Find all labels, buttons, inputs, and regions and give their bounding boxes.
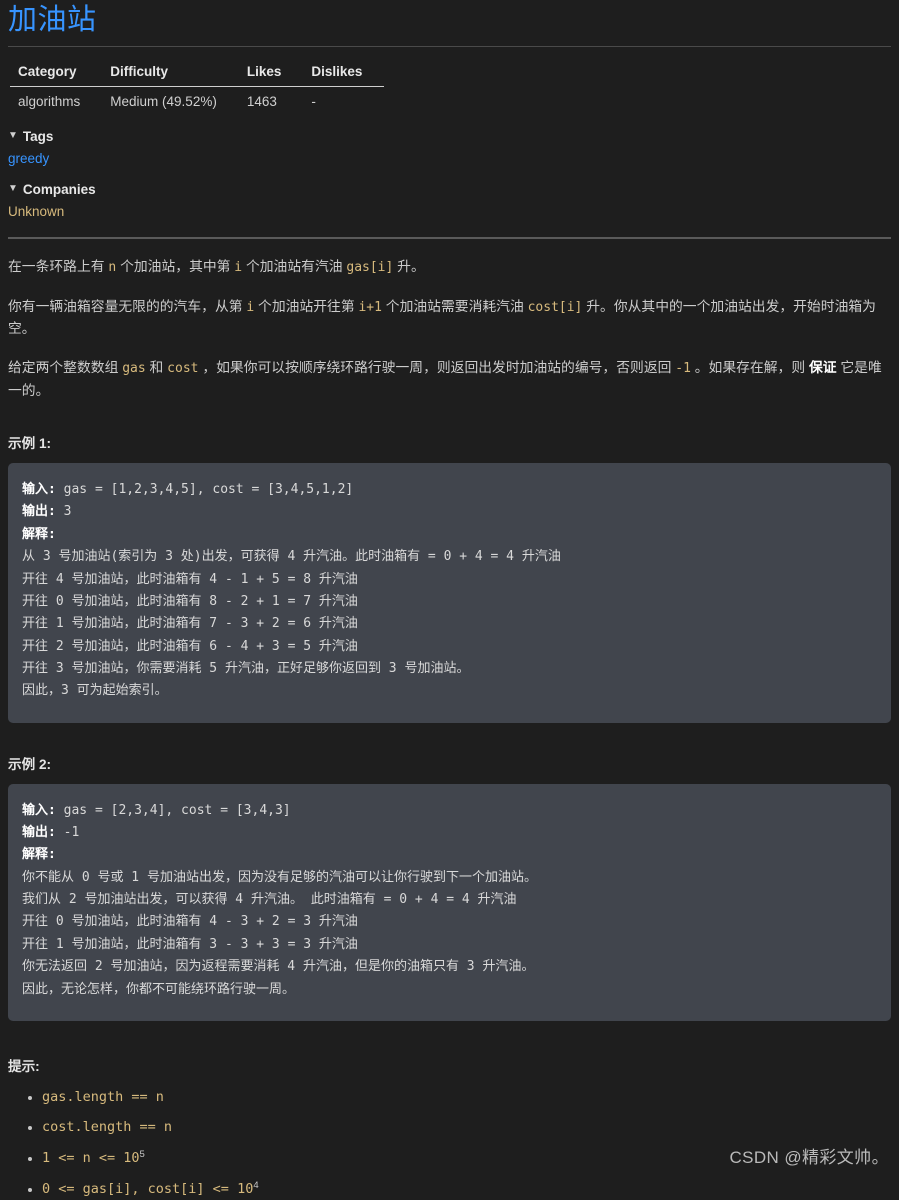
desc3-code-minus-1: -1 — [675, 361, 691, 377]
hint-text: cost.length == n — [42, 1119, 173, 1136]
example-1-explain-line: 从 3 号加油站(索引为 3 处)出发，可获得 4 升汽油。此时油箱有 = 0 … — [22, 549, 561, 565]
example-1-explain-line: 开往 4 号加油站，此时油箱有 4 - 1 + 5 = 8 升汽油 — [22, 571, 358, 587]
desc3-text-1: 给定两个整数数组 — [8, 360, 123, 376]
desc3-text-2: 和 — [145, 360, 168, 376]
desc2-text-2: 个加油站开往第 — [254, 298, 359, 314]
cell-likes: 1463 — [246, 94, 277, 110]
desc2-text-3: 个加油站需要消耗汽油 — [381, 298, 528, 314]
hint-text: gas.length == n — [42, 1088, 164, 1105]
hint-text: 1 <= n <= 10 — [42, 1150, 140, 1167]
example-2-explain-line: 我们从 2 号加油站出发，可以获得 4 升汽油。 此时油箱有 = 0 + 4 =… — [22, 892, 517, 908]
example-1-explain-line: 因此，3 可为起始索引。 — [22, 683, 168, 699]
tags-section-toggle[interactable]: ▼ Tags — [8, 129, 891, 144]
list-item: 0 <= gas[i], cost[i] <= 104 — [42, 1179, 891, 1200]
example-2-label: 示例 2: — [8, 756, 52, 772]
desc3-strong-guarantee: 保证 — [808, 360, 837, 376]
example-1-output-label: 输出: — [22, 504, 56, 520]
problem-page: 加油站 Category Difficulty Likes Dislikes a… — [0, 4, 899, 1200]
example-1-explain-line: 开往 0 号加油站，此时油箱有 8 - 2 + 1 = 7 升汽油 — [22, 593, 358, 609]
desc2-text-1: 你有一辆油箱容量无限的的汽车，从第 — [8, 298, 247, 314]
example-1-explain-line: 开往 2 号加油站，此时油箱有 6 - 4 + 3 = 5 升汽油 — [22, 638, 358, 654]
problem-meta-table: Category Difficulty Likes Dislikes algor… — [10, 59, 385, 116]
companies-section-label: Companies — [22, 182, 96, 198]
table-row: algorithms Medium (49.52%) 1463 - — [10, 87, 384, 116]
tags-section-label: Tags — [22, 129, 54, 145]
company-value: Unknown — [8, 204, 65, 220]
example-2-explain-label: 解释: — [22, 847, 56, 863]
desc1-text-1: 在一条环路上有 — [8, 259, 109, 275]
example-2-codeblock: 输入: gas = [2,3,4], cost = [3,4,3] 输出: -1… — [8, 783, 891, 1021]
caret-down-icon: ▼ — [8, 182, 18, 194]
example-1-input-value: gas = [1,2,3,4,5], cost = [3,4,5,1,2] — [55, 482, 354, 498]
example-2-explain-line: 开往 1 号加油站，此时油箱有 3 - 3 + 3 = 3 升汽油 — [22, 936, 358, 952]
example-1-explain-line: 开往 1 号加油站，此时油箱有 7 - 3 + 2 = 6 升汽油 — [22, 616, 358, 632]
example-1-label: 示例 1: — [8, 436, 52, 452]
list-item: cost.length == n — [42, 1117, 891, 1139]
column-header-dislikes: Dislikes — [303, 59, 385, 88]
example-2-input-label: 输入: — [22, 802, 56, 818]
example-2-explain-line: 你不能从 0 号或 1 号加油站出发，因为没有足够的汽油可以让你行驶到下一个加油… — [22, 869, 537, 885]
column-header-difficulty: Difficulty — [102, 59, 239, 88]
description-paragraph-2: 你有一辆油箱容量无限的的汽车，从第 i 个加油站开往第 i+1 个加油站需要消耗… — [8, 296, 891, 341]
example-2-explain-line: 你无法返回 2 号加油站，因为返程需要消耗 4 升汽油，但是你的油箱只有 3 升… — [22, 959, 535, 975]
example-1-codeblock: 输入: gas = [1,2,3,4,5], cost = [3,4,5,1,2… — [8, 463, 891, 723]
companies-section-toggle[interactable]: ▼ Companies — [8, 182, 891, 197]
desc3-code-gas: gas — [122, 361, 146, 377]
example-1-input-label: 输入: — [22, 482, 56, 498]
example-1-output-value: 3 — [55, 504, 72, 520]
description-paragraph-1: 在一条环路上有 n 个加油站，其中第 i 个加油站有汽油 gas[i] 升。 — [8, 256, 891, 278]
desc1-code-gas: gas[i] — [346, 260, 394, 276]
desc2-code-i-plus-1: i+1 — [358, 299, 382, 315]
desc3-text-3: ，如果你可以按顺序绕环路行驶一周，则返回出发时加油站的编号，否则返回 — [198, 360, 676, 376]
desc1-code-i: i — [234, 260, 243, 276]
cell-difficulty: Medium (49.52%) — [110, 94, 217, 110]
csdn-watermark: CSDN @精彩文帅。 — [729, 1148, 889, 1167]
table-header-row: Category Difficulty Likes Dislikes — [10, 59, 385, 88]
example-2-output-label: 输出: — [22, 825, 56, 841]
desc3-text-4: 。如果存在解，则 — [690, 360, 809, 376]
description-paragraph-3: 给定两个整数数组 gas 和 cost ，如果你可以按顺序绕环路行驶一周，则返回… — [8, 357, 891, 402]
hint-exponent: 4 — [253, 1179, 259, 1191]
desc2-code-cost: cost[i] — [527, 299, 583, 315]
desc1-text-2: 个加油站，其中第 — [116, 259, 235, 275]
example-2-input-value: gas = [2,3,4], cost = [3,4,3] — [55, 802, 291, 818]
example-1-explain-line: 开往 3 号加油站，你需要消耗 5 升汽油，正好足够你返回到 3 号加油站。 — [22, 660, 470, 676]
list-item: gas.length == n — [42, 1087, 891, 1109]
section-divider — [8, 237, 891, 240]
hint-text: 0 <= gas[i], cost[i] <= 10 — [42, 1180, 254, 1197]
column-header-category: Category — [10, 59, 103, 88]
example-1-explain-label: 解释: — [22, 526, 56, 542]
desc1-text-3: 个加油站有汽油 — [242, 259, 347, 275]
tag-link-greedy[interactable]: greedy — [8, 151, 49, 166]
desc3-code-cost: cost — [167, 361, 199, 377]
title-divider — [8, 46, 891, 48]
cell-category: algorithms — [18, 94, 81, 110]
desc1-text-4: 升。 — [393, 259, 425, 275]
example-2-explain-line: 因此，无论怎样，你都不可能绕环路行驶一周。 — [22, 981, 296, 997]
cell-dislikes: - — [311, 94, 316, 110]
hint-exponent: 5 — [139, 1149, 145, 1161]
hints-label: 提示: — [8, 1058, 40, 1074]
example-2-output-value: -1 — [55, 825, 80, 841]
caret-down-icon: ▼ — [8, 129, 18, 141]
column-header-likes: Likes — [238, 59, 304, 88]
page-title: 加油站 — [8, 4, 97, 36]
example-2-explain-line: 开往 0 号加油站，此时油箱有 4 - 3 + 2 = 3 升汽油 — [22, 914, 358, 930]
